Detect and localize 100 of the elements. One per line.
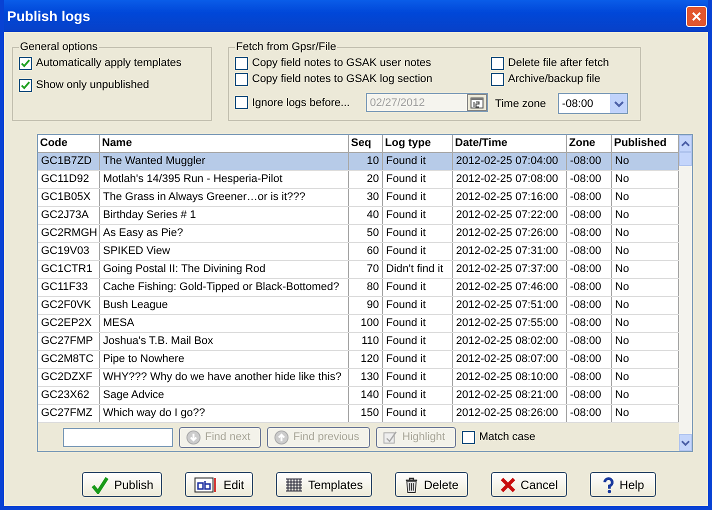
edit-button[interactable]: Edit bbox=[185, 472, 254, 497]
column-header[interactable]: Date/Time bbox=[453, 135, 567, 152]
table-cell: GC27FMP bbox=[38, 333, 100, 350]
publish-button[interactable]: Publish bbox=[82, 472, 162, 497]
close-icon bbox=[691, 10, 702, 22]
table-cell: GC11D92 bbox=[38, 171, 100, 188]
checkbox-option[interactable]: Archive/backup file bbox=[491, 71, 628, 87]
table-cell: Found it bbox=[383, 225, 453, 242]
search-field[interactable] bbox=[63, 428, 173, 446]
table-cell: -08:00 bbox=[567, 261, 612, 278]
help-icon bbox=[602, 476, 615, 494]
checkbox[interactable] bbox=[235, 72, 248, 86]
table-cell: Found it bbox=[383, 315, 453, 332]
table-cell: 2012-02-25 08:10:00 bbox=[453, 369, 567, 386]
checkbox[interactable] bbox=[491, 72, 504, 86]
column-header[interactable]: Name bbox=[100, 135, 349, 152]
column-header[interactable]: Code bbox=[38, 135, 100, 152]
table-row[interactable]: GC1B7ZD The Wanted Muggler 10 Found it 2012-02-25 07:04:00 -08:00 No bbox=[38, 153, 679, 171]
table-cell: 2012-02-25 07:22:00 bbox=[453, 207, 567, 224]
column-header[interactable]: Log type bbox=[383, 135, 453, 152]
table-cell: -08:00 bbox=[567, 369, 612, 386]
group-title: General options bbox=[19, 41, 99, 53]
checkbox-option[interactable]: Copy field notes to GSAK user notes bbox=[235, 55, 488, 71]
table-cell: -08:00 bbox=[567, 171, 612, 188]
table-cell: 2012-02-25 08:21:00 bbox=[453, 387, 567, 404]
table-cell: GC2J73A bbox=[38, 207, 100, 224]
checkbox[interactable] bbox=[19, 78, 32, 92]
checkbox-option[interactable]: Show only unpublished bbox=[19, 77, 205, 93]
table-cell: 70 bbox=[349, 261, 383, 278]
vertical-scrollbar[interactable] bbox=[679, 135, 692, 451]
table-cell: Found it bbox=[383, 243, 453, 260]
table-cell: GC1B7ZD bbox=[38, 153, 100, 170]
table-row[interactable]: GC11D92 Motlah's 14/395 Run - Hesperia-Pilot 20 Found it 2012-02-25 07:08:00 -08:00 No bbox=[38, 171, 679, 189]
table-row[interactable]: GC1B05X The Grass in Always Greener…or is it??? 30 Found it 2012-02-25 07:16:00 -08:00 No bbox=[38, 189, 679, 207]
table-cell: -08:00 bbox=[567, 315, 612, 332]
table-row[interactable]: GC19V03 SPIKED View 60 Found it 2012-02-25 07:31:00 -08:00 No bbox=[38, 243, 679, 261]
grid-icon bbox=[285, 476, 304, 492]
help-button[interactable]: Help bbox=[590, 472, 656, 497]
table-cell: 2012-02-25 07:37:00 bbox=[453, 261, 567, 278]
table-cell: As Easy as Pie? bbox=[100, 225, 349, 242]
table-cell: 40 bbox=[349, 207, 383, 224]
table-row[interactable]: GC2M8TC Pipe to Nowhere 120 Found it 2012-02-25 08:07:00 -08:00 No bbox=[38, 351, 679, 369]
table-row[interactable]: GC27FMP Joshua's T.B. Mail Box 110 Found it 2012-02-25 08:02:00 -08:00 No bbox=[38, 333, 679, 351]
close-button[interactable] bbox=[686, 6, 707, 26]
table-cell: -08:00 bbox=[567, 207, 612, 224]
table-cell: GC2RMGH bbox=[38, 225, 100, 242]
table-cell: 100 bbox=[349, 315, 383, 332]
table-cell: Found it bbox=[383, 153, 453, 170]
cancel-button[interactable]: Cancel bbox=[490, 472, 567, 497]
table-cell: GC19V03 bbox=[38, 243, 100, 260]
table-cell: 2012-02-25 07:46:00 bbox=[453, 279, 567, 296]
table-cell: Found it bbox=[383, 387, 453, 404]
table-cell: Found it bbox=[383, 279, 453, 296]
checkbox[interactable] bbox=[491, 56, 504, 70]
table-cell: GC2M8TC bbox=[38, 351, 100, 368]
table-cell: -08:00 bbox=[567, 387, 612, 404]
checkbox-option[interactable]: Automatically apply templates bbox=[19, 55, 205, 71]
checkbox[interactable] bbox=[235, 56, 248, 70]
table-cell: 140 bbox=[349, 387, 383, 404]
table-row[interactable]: GC2RMGH As Easy as Pie? 50 Found it 2012-02-25 07:26:00 -08:00 No bbox=[38, 225, 679, 243]
table-cell: 50 bbox=[349, 225, 383, 242]
table-row[interactable]: GC23X62 Sage Advice 140 Found it 2012-02-25 08:21:00 -08:00 No bbox=[38, 387, 679, 405]
scroll-up-icon[interactable] bbox=[681, 140, 690, 148]
table-cell: 2012-02-25 07:31:00 bbox=[453, 243, 567, 260]
scroll-thumb[interactable] bbox=[679, 152, 692, 166]
checkbox[interactable] bbox=[462, 430, 476, 444]
templates-button[interactable]: Templates bbox=[276, 472, 372, 497]
table-cell: WHY??? Why do we have another hide like this? bbox=[100, 369, 349, 386]
table-cell: Which way do I go?? bbox=[100, 405, 349, 422]
table-row[interactable]: GC2J73A Birthday Series # 1 40 Found it 2012-02-25 07:22:00 -08:00 No bbox=[38, 207, 679, 225]
table-cell: -08:00 bbox=[567, 297, 612, 314]
table-cell: 2012-02-25 08:26:00 bbox=[453, 405, 567, 422]
time-zone-dropdown[interactable]: -08:00 bbox=[558, 93, 628, 114]
scroll-down-icon[interactable] bbox=[681, 438, 690, 446]
table-cell: 2012-02-25 07:16:00 bbox=[453, 189, 567, 206]
table-row[interactable]: GC11F33 Cache Fishing: Gold-Tipped or Black-Bottomed? 80 Found it 2012-02-25 07:46:00 -08:00 No bbox=[38, 279, 679, 297]
column-header[interactable]: Zone bbox=[567, 135, 612, 152]
table-cell: 110 bbox=[349, 333, 383, 350]
checkbox-option[interactable]: Copy field notes to GSAK log section bbox=[235, 71, 488, 87]
column-header[interactable]: Seq bbox=[349, 135, 383, 152]
table-row[interactable]: GC2DZXF WHY??? Why do we have another hide like this? 130 Found it 2012-02-25 08:10:00 -08:00 No bbox=[38, 369, 679, 387]
checkbox-option[interactable]: Match case bbox=[462, 429, 536, 445]
table-cell: GC1B05X bbox=[38, 189, 100, 206]
table-cell: -08:00 bbox=[567, 405, 612, 422]
table-row[interactable]: GC2EP2X MESA 100 Found it 2012-02-25 07:55:00 -08:00 No bbox=[38, 315, 679, 333]
table-cell: SPIKED View bbox=[100, 243, 349, 260]
table-cell: The Wanted Muggler bbox=[100, 153, 349, 170]
table-cell: 2012-02-25 07:55:00 bbox=[453, 315, 567, 332]
checkbox[interactable] bbox=[19, 56, 32, 70]
table-row[interactable]: GC2F0VK Bush League 90 Found it 2012-02-25 07:51:00 -08:00 No bbox=[38, 297, 679, 315]
cross-icon bbox=[500, 476, 516, 492]
delete-button[interactable]: Delete bbox=[394, 472, 468, 497]
checkbox-option[interactable]: Delete file after fetch bbox=[491, 55, 628, 71]
table-cell: Cache Fishing: Gold-Tipped or Black-Bottomed? bbox=[100, 279, 349, 296]
table-cell: 60 bbox=[349, 243, 383, 260]
table-cell: 20 bbox=[349, 171, 383, 188]
table-row[interactable]: GC1CTR1 Going Postal II: The Divining Rod 70 Didn't find it 2012-02-25 07:37:00 -08:00 No bbox=[38, 261, 679, 279]
window-title: Publish logs bbox=[7, 8, 90, 24]
table-cell: Found it bbox=[383, 171, 453, 188]
table-cell: 80 bbox=[349, 279, 383, 296]
